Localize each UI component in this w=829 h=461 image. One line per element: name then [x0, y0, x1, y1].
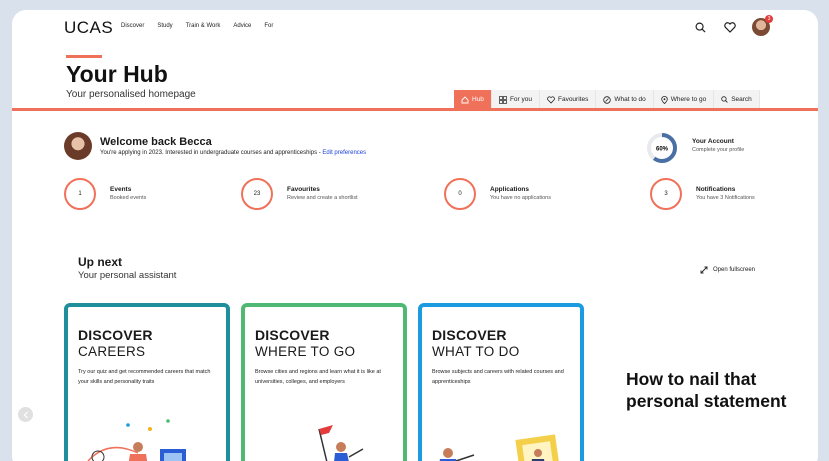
search-icon — [721, 96, 728, 103]
welcome-title: Welcome back Becca — [100, 136, 212, 148]
stat-subtitle: Review and create a shortlist — [287, 195, 358, 201]
expand-icon — [700, 266, 708, 274]
tab-hub-label: Hub — [472, 96, 484, 103]
page-subtitle: Your personalised homepage — [66, 89, 196, 100]
discover-what-to-do-card[interactable]: DISCOVER WHAT TO DO Browse subjects and … — [418, 303, 584, 461]
section-title: Up next — [78, 255, 123, 269]
card-heading: DISCOVER — [432, 327, 507, 343]
nav-advice[interactable]: Advice — [233, 23, 251, 29]
notification-badge: 3 — [765, 15, 773, 23]
account-progress[interactable]: 60% Your Account Complete your profile — [646, 132, 786, 166]
carousel-prev-button[interactable] — [18, 407, 33, 422]
promo-line-2: personal statement — [626, 391, 787, 411]
card-description: Try our quiz and get recommended careers… — [78, 369, 211, 385]
section-subtitle: Your personal assistant — [78, 270, 177, 281]
stats-row: 1 Events Booked events 23 Favourites Rev… — [64, 178, 804, 218]
stat-count: 1 — [64, 178, 96, 210]
tab-what-to-do[interactable]: What to do — [596, 90, 654, 109]
stat-title: Notifications — [696, 186, 736, 193]
card-description: Browse cities and regions and learn what… — [255, 369, 381, 385]
tab-what-to-do-label: What to do — [614, 96, 646, 103]
compass-icon — [603, 95, 612, 104]
main-nav: Discover Study Train & Work Advice For — [121, 23, 273, 29]
progress-percent: 60% — [656, 147, 669, 153]
stat-title: Events — [110, 186, 132, 193]
card-subheading: WHERE TO GO — [255, 344, 356, 359]
top-nav: UCAS Discover Study Train & Work Advice … — [12, 10, 818, 44]
tab-hub[interactable]: Hub — [454, 90, 492, 109]
personal-statement-promo[interactable]: How to nail that personal statement — [626, 368, 786, 412]
open-fullscreen-button[interactable]: Open fullscreen — [700, 266, 755, 274]
stat-count: 23 — [241, 178, 273, 210]
nav-discover[interactable]: Discover — [121, 23, 144, 29]
what-to-do-illustration — [439, 434, 561, 461]
tab-for-you-label: For you — [509, 96, 532, 103]
careers-illustration — [87, 419, 186, 461]
welcome-message: You're applying in 2023. Interested in u… — [100, 150, 323, 156]
stat-subtitle: You have 3 Notifications — [696, 195, 755, 201]
welcome-text: You're applying in 2023. Interested in u… — [100, 150, 366, 156]
page-title: Your Hub — [66, 61, 168, 87]
tab-favourites[interactable]: Favourites — [539, 90, 597, 109]
search-icon[interactable] — [692, 19, 708, 35]
stat-title: Favourites — [287, 186, 320, 193]
up-next-header: Up next Your personal assistant — [78, 255, 176, 281]
discover-where-to-go-card[interactable]: DISCOVER WHERE TO GO Browse cities and r… — [241, 303, 407, 461]
where-to-go-illustration — [318, 425, 364, 461]
tab-favourites-label: Favourites — [557, 96, 589, 103]
user-avatar[interactable]: 3 — [752, 15, 773, 36]
header-divider — [12, 108, 818, 111]
tab-where-to-go-label: Where to go — [670, 96, 707, 103]
welcome-panel: Welcome back Becca You're applying in 20… — [64, 132, 784, 168]
nav-actions: 3 — [692, 15, 773, 36]
discover-careers-card[interactable]: DISCOVER CAREERS Try our quiz and get re… — [64, 303, 230, 461]
stat-title: Applications — [490, 186, 530, 193]
tab-for-you[interactable]: For you — [491, 90, 540, 109]
open-fullscreen-label: Open fullscreen — [713, 267, 756, 273]
card-heading: DISCOVER — [255, 327, 330, 343]
stat-subtitle: Booked events — [110, 195, 147, 201]
card-subheading: CAREERS — [78, 344, 146, 359]
tab-search-label: Search — [731, 96, 752, 103]
profile-photo — [64, 132, 92, 160]
account-title: Your Account — [692, 138, 734, 145]
card-description: Browse subjects and careers with related… — [432, 369, 564, 385]
hub-tabs: Hub For you Favourites What to do Where … — [454, 90, 760, 109]
tab-where-to-go[interactable]: Where to go — [653, 90, 715, 109]
promo-line-1: How to nail that — [626, 369, 757, 389]
progress-ring: 60% — [647, 133, 677, 163]
stat-count: 3 — [650, 178, 682, 210]
title-accent — [66, 55, 102, 58]
stat-count: 0 — [444, 178, 476, 210]
tab-search[interactable]: Search — [714, 90, 760, 109]
location-pin-icon — [661, 95, 668, 104]
app-frame: UCAS Discover Study Train & Work Advice … — [12, 10, 818, 461]
chevron-left-icon — [23, 411, 28, 418]
grid-icon — [499, 95, 507, 104]
home-icon — [461, 95, 469, 103]
card-subheading: WHAT TO DO — [432, 344, 520, 359]
nav-study[interactable]: Study — [157, 23, 172, 29]
nav-for[interactable]: For — [264, 23, 273, 29]
stat-subtitle: You have no applications — [490, 195, 551, 201]
nav-train-work[interactable]: Train & Work — [186, 23, 221, 29]
ucas-logo[interactable]: UCAS — [64, 18, 113, 38]
heart-icon — [547, 95, 555, 104]
edit-preferences-link[interactable]: Edit preferences — [322, 150, 366, 156]
card-heading: DISCOVER — [78, 327, 153, 343]
heart-icon[interactable] — [722, 19, 738, 35]
account-subtitle: Complete your profile — [692, 147, 745, 153]
